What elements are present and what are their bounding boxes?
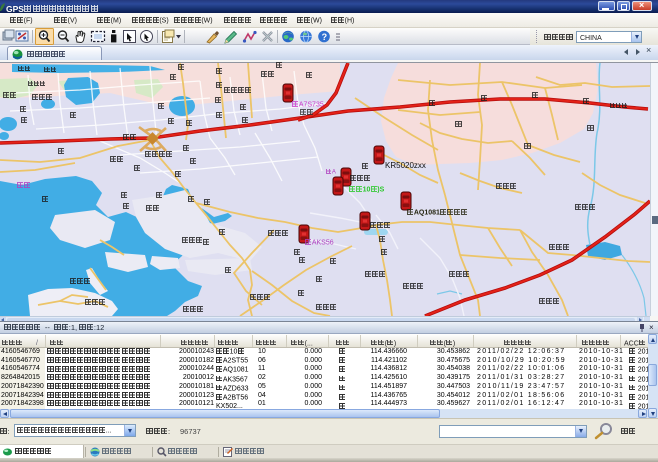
svg-text:?: ? [322, 32, 328, 42]
